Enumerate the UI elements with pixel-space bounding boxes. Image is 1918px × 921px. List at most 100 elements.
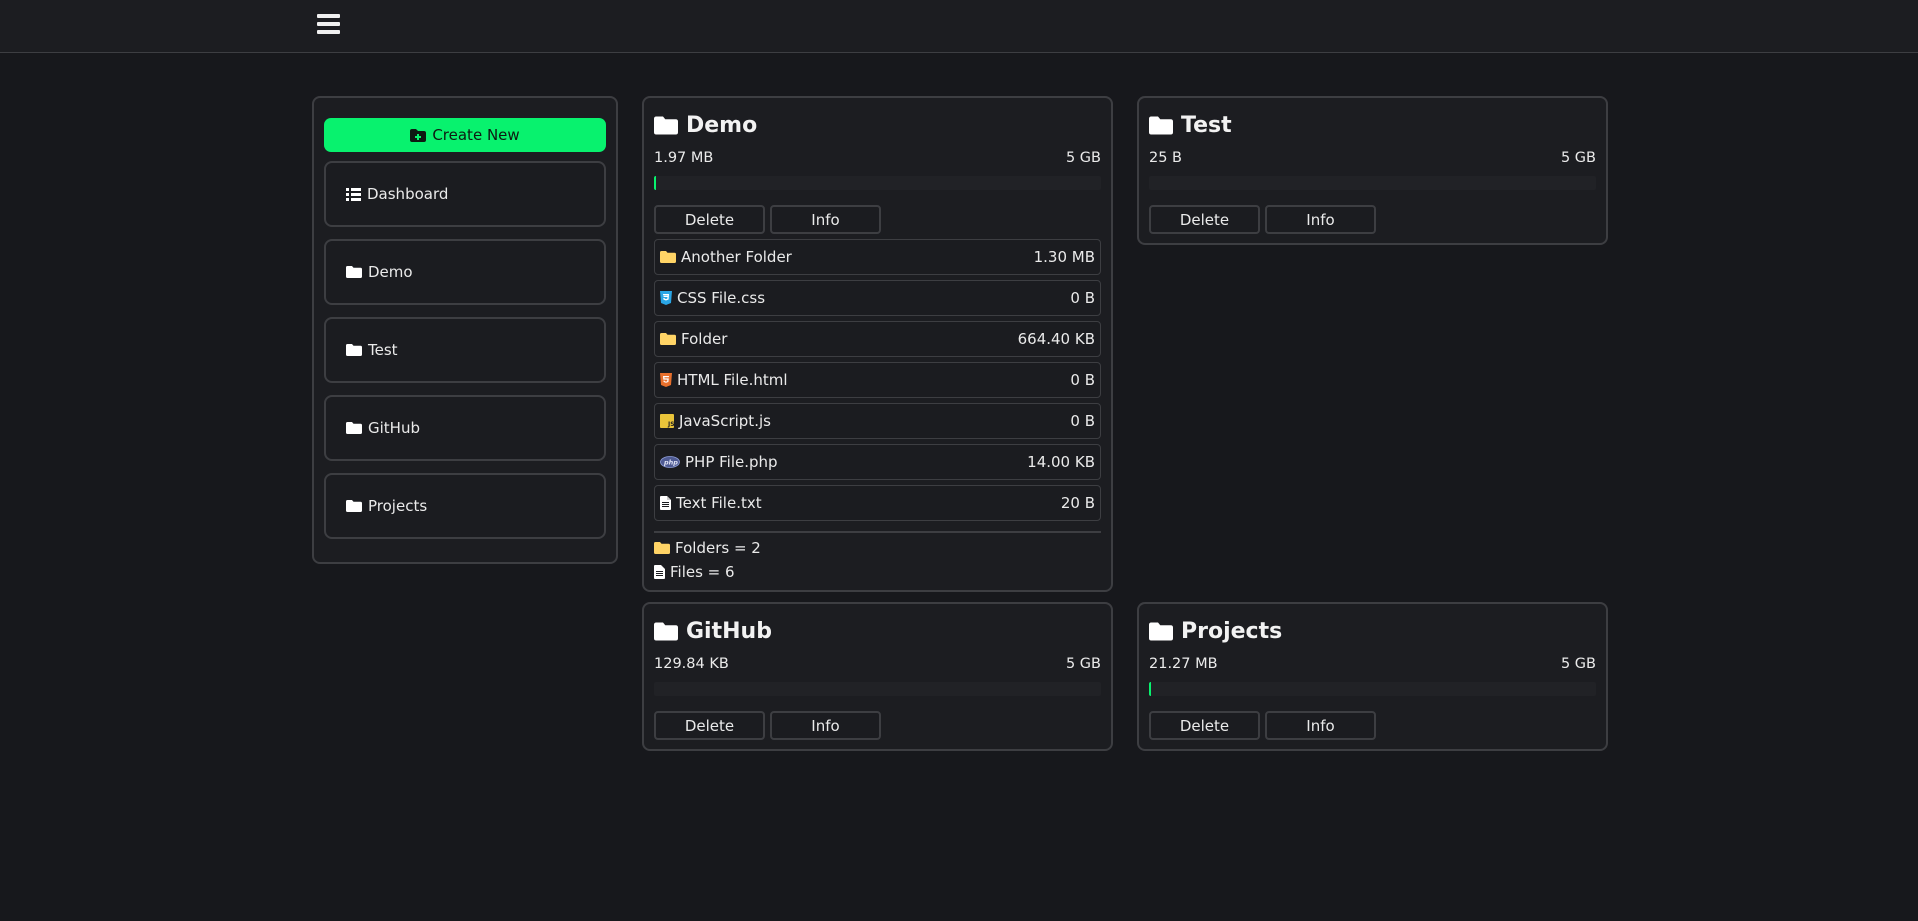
text-file-icon [654, 565, 665, 579]
storage-progress-bar [1149, 682, 1596, 696]
file-size: 14.00 KB [1027, 453, 1095, 471]
folder-card-test: Test 25 B 5 GB Delete Info [1137, 96, 1608, 245]
file-size: 1.30 MB [1033, 248, 1095, 266]
files-count-text: Files = 6 [670, 563, 735, 581]
info-button[interactable]: Info [770, 711, 881, 740]
card-title-text: Test [1181, 112, 1232, 138]
sidebar-item-label: Demo [368, 263, 413, 281]
file-name: HTML File.html [677, 371, 788, 389]
storage-usage: 1.97 MB 5 GB [654, 150, 1101, 168]
file-size: 0 B [1070, 412, 1095, 430]
info-button[interactable]: Info [770, 205, 881, 234]
sidebar-item-label: Test [368, 341, 398, 359]
card-title-text: GitHub [686, 618, 772, 644]
list-item[interactable]: JS JavaScript.js 0 B [654, 403, 1101, 439]
text-file-icon [660, 496, 671, 510]
file-size: 20 B [1060, 494, 1095, 512]
delete-button[interactable]: Delete [1149, 205, 1260, 234]
folder-icon [346, 266, 362, 278]
storage-progress-fill [1149, 682, 1151, 696]
list-item[interactable]: Text File.txt 20 B [654, 485, 1101, 521]
list-item[interactable]: Another Folder 1.30 MB [654, 239, 1101, 275]
list-icon [346, 187, 361, 201]
js-file-icon: JS [660, 414, 674, 428]
top-bar [0, 0, 1918, 53]
folder-icon [654, 542, 670, 554]
folders-count: Folders = 2 [654, 536, 1101, 560]
divider [654, 531, 1101, 533]
file-name: Folder [681, 330, 728, 348]
folder-icon [1149, 622, 1173, 641]
info-button[interactable]: Info [1265, 205, 1376, 234]
folder-icon [654, 116, 678, 135]
card-title-text: Demo [686, 112, 758, 138]
list-item[interactable]: CSS File.css 0 B [654, 280, 1101, 316]
folder-icon [346, 500, 362, 512]
folder-icon [654, 622, 678, 641]
sidebar: Create New Dashboard Demo Test GitHub Pr… [312, 96, 618, 564]
used-size: 21.27 MB [1149, 656, 1218, 672]
sidebar-item-label: Dashboard [367, 185, 449, 203]
storage-usage: 129.84 KB 5 GB [654, 656, 1101, 674]
list-item[interactable]: php PHP File.php 14.00 KB [654, 444, 1101, 480]
card-title: Demo [654, 110, 1101, 140]
file-name: PHP File.php [685, 453, 778, 471]
file-name: Text File.txt [676, 494, 762, 512]
html-file-icon [660, 373, 672, 387]
folder-icon [660, 333, 676, 345]
folder-icon [346, 344, 362, 356]
storage-progress-bar [654, 682, 1101, 696]
info-button[interactable]: Info [1265, 711, 1376, 740]
card-title: GitHub [654, 616, 1101, 646]
folder-icon [346, 422, 362, 434]
quota-size: 5 GB [1065, 150, 1101, 166]
storage-progress-bar [654, 176, 1101, 190]
card-title: Test [1149, 110, 1596, 140]
folder-card-projects: Projects 21.27 MB 5 GB Delete Info [1137, 602, 1608, 751]
quota-size: 5 GB [1560, 656, 1596, 672]
card-title-text: Projects [1181, 618, 1283, 644]
php-file-icon: php [660, 456, 680, 468]
storage-progress-bar [1149, 176, 1596, 190]
folder-card-demo: Demo 1.97 MB 5 GB Delete Info Another Fo… [642, 96, 1113, 592]
quota-size: 5 GB [1560, 150, 1596, 166]
used-size: 25 B [1149, 150, 1183, 166]
hamburger-menu-icon[interactable] [317, 14, 340, 35]
folders-count-text: Folders = 2 [675, 539, 761, 557]
file-size: 664.40 KB [1017, 330, 1095, 348]
folder-card-github: GitHub 129.84 KB 5 GB Delete Info [642, 602, 1113, 751]
file-list: Another Folder 1.30 MB CSS File.css 0 B … [654, 239, 1101, 521]
storage-progress-fill [654, 176, 656, 190]
used-size: 1.97 MB [654, 150, 714, 166]
sidebar-item-demo[interactable]: Demo [324, 239, 606, 305]
file-size: 0 B [1070, 289, 1095, 307]
quota-size: 5 GB [1065, 656, 1101, 672]
file-name: Another Folder [681, 248, 792, 266]
card-title: Projects [1149, 616, 1596, 646]
used-size: 129.84 KB [654, 656, 729, 672]
svg-text:JS: JS [667, 421, 674, 428]
sidebar-item-dashboard[interactable]: Dashboard [324, 161, 606, 227]
sidebar-item-label: GitHub [368, 419, 420, 437]
delete-button[interactable]: Delete [1149, 711, 1260, 740]
file-name: CSS File.css [677, 289, 766, 307]
folder-icon [1149, 116, 1173, 135]
list-item[interactable]: Folder 664.40 KB [654, 321, 1101, 357]
delete-button[interactable]: Delete [654, 711, 765, 740]
sidebar-item-projects[interactable]: Projects [324, 473, 606, 539]
folder-plus-icon [410, 128, 427, 142]
file-name: JavaScript.js [679, 412, 771, 430]
files-count: Files = 6 [654, 560, 1101, 584]
sidebar-item-label: Projects [368, 497, 428, 515]
delete-button[interactable]: Delete [654, 205, 765, 234]
sidebar-item-github[interactable]: GitHub [324, 395, 606, 461]
sidebar-item-test[interactable]: Test [324, 317, 606, 383]
css-file-icon [660, 291, 672, 305]
folder-icon [660, 251, 676, 263]
list-item[interactable]: HTML File.html 0 B [654, 362, 1101, 398]
file-size: 0 B [1070, 371, 1095, 389]
svg-text:php: php [663, 459, 678, 467]
folder-summary: Folders = 2 Files = 6 [654, 536, 1101, 584]
create-new-button[interactable]: Create New [324, 118, 606, 152]
create-new-label: Create New [432, 126, 520, 144]
